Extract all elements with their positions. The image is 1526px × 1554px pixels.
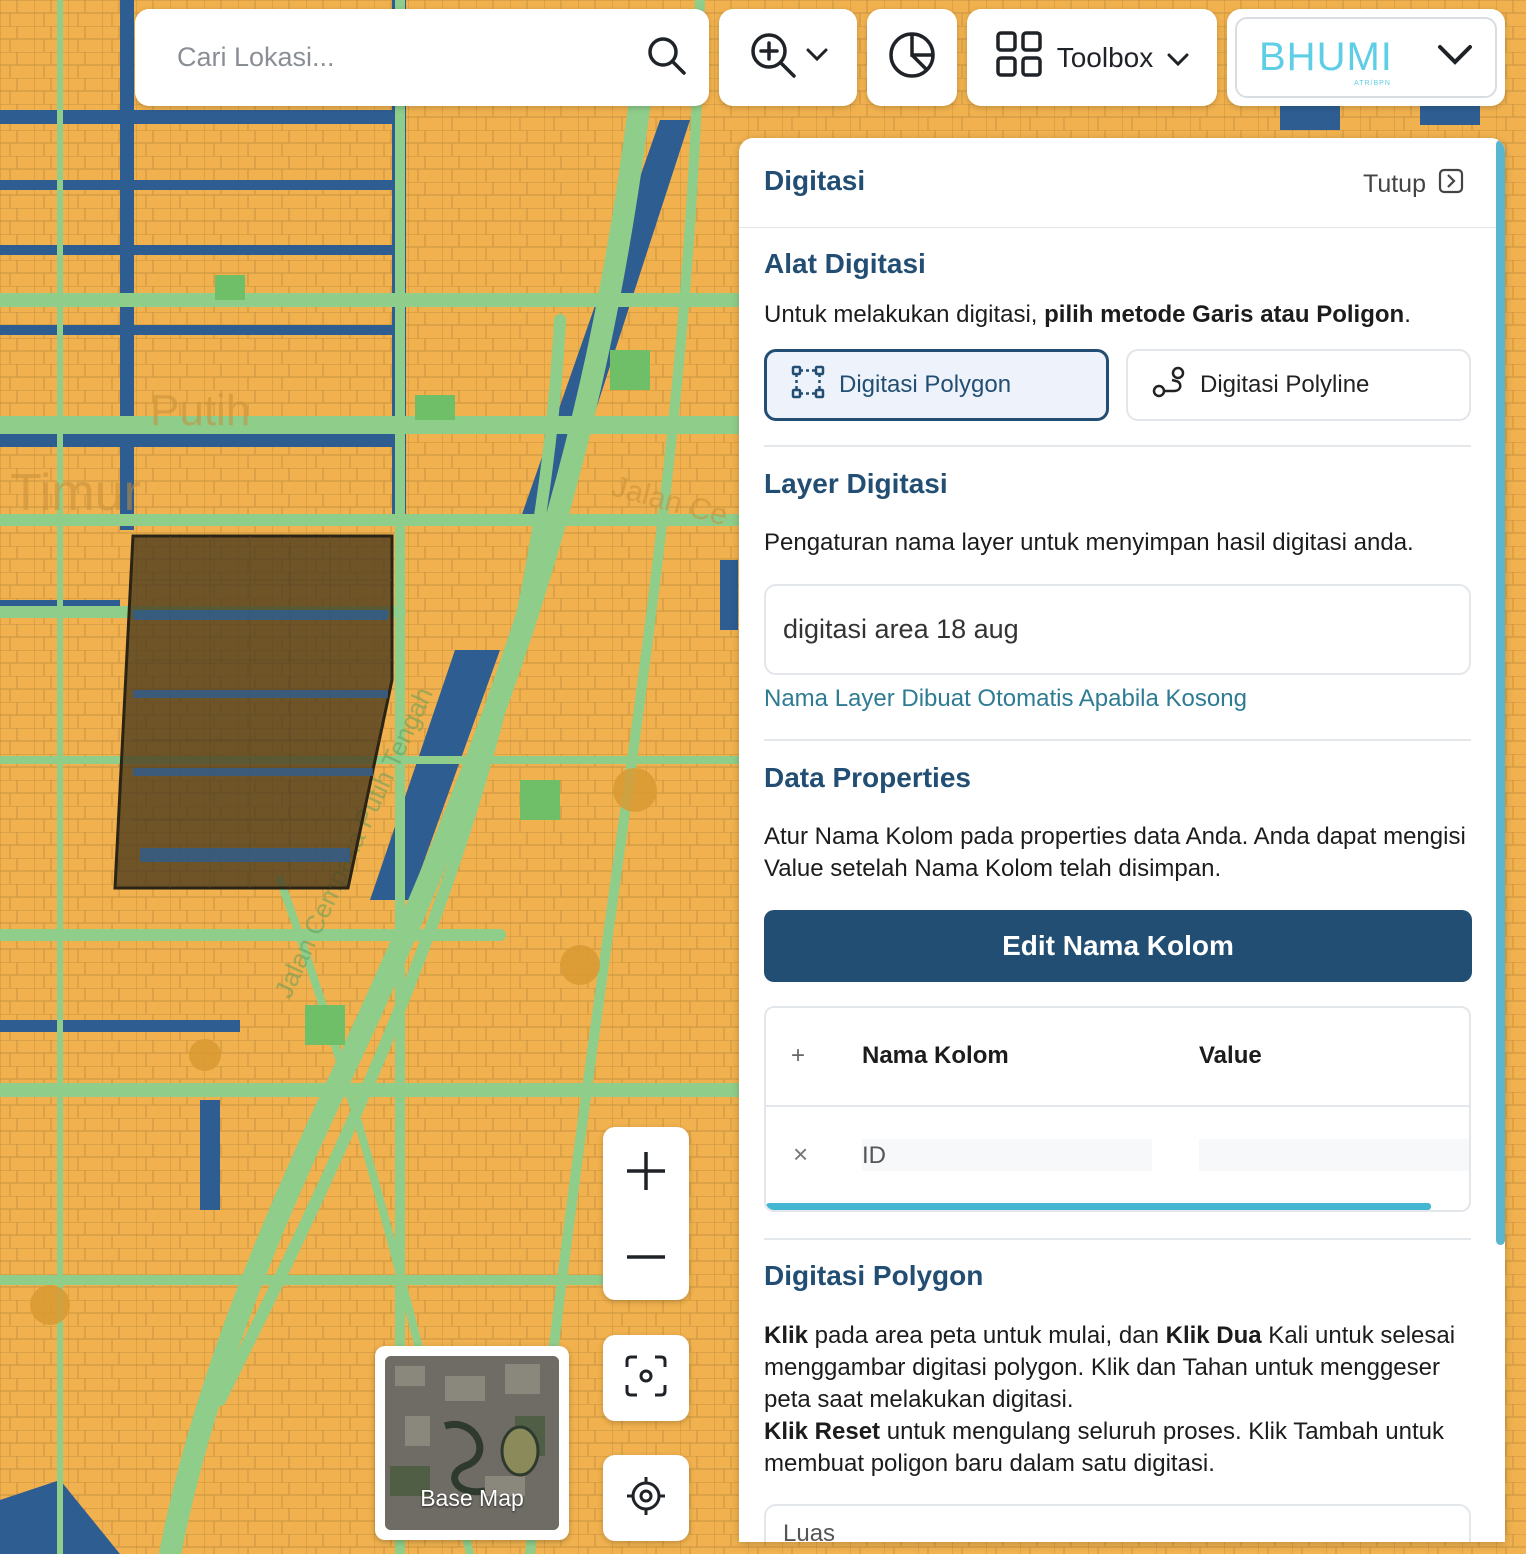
search-icon[interactable] [645, 34, 687, 81]
app-switcher[interactable]: BHUMI ATR/BPN [1227, 9, 1505, 106]
remove-row-button[interactable]: × [793, 1139, 808, 1170]
focus-frame-icon [625, 1355, 667, 1402]
table-header: + Nama Kolom Value [766, 1008, 1469, 1107]
locate-me-button[interactable] [603, 1455, 689, 1541]
section-title-alat: Alat Digitasi [764, 248, 926, 279]
layer-name-input[interactable] [764, 584, 1471, 675]
close-button[interactable]: Tutup [1363, 168, 1464, 201]
properties-description: Atur Nama Kolom pada properties data And… [764, 823, 1466, 882]
divider [764, 739, 1471, 741]
panel-scrollbar[interactable] [1496, 140, 1505, 1245]
bhumi-logo: BHUMI ATR/BPN [1259, 35, 1393, 87]
street-label: Putih [150, 386, 250, 435]
close-panel-icon [1438, 168, 1464, 201]
search-input[interactable] [175, 41, 645, 74]
digitized-polygon [113, 534, 394, 890]
row-value-field[interactable] [1199, 1139, 1469, 1171]
digitasi-panel: Digitasi Tutup Alat Digitasi Untuk melak… [739, 138, 1505, 1542]
edit-column-name-button[interactable]: Edit Nama Kolom [764, 910, 1472, 982]
digitasi-polygon-label: Digitasi Polygon [839, 371, 1012, 398]
zoom-tool-button[interactable] [719, 9, 857, 106]
polygon-icon [791, 365, 825, 406]
layer-hint: Nama Layer Dibuat Otomatis Apabila Koson… [764, 685, 1247, 712]
section-title-layer: Layer Digitasi [764, 468, 948, 499]
digitasi-polyline-label: Digitasi Polyline [1200, 371, 1370, 398]
panel-header: Digitasi Tutup [739, 138, 1496, 228]
polyline-icon [1152, 365, 1186, 406]
base-map-label: Base Map [420, 1485, 524, 1511]
minus-icon [627, 1254, 665, 1259]
table-row: × ID [766, 1107, 1469, 1203]
digitasi-polyline-button[interactable]: Digitasi Polyline [1126, 349, 1471, 421]
panel-title: Digitasi [764, 165, 866, 196]
toolbox-label: Toolbox [1056, 41, 1154, 73]
properties-table: + Nama Kolom Value × ID [764, 1006, 1471, 1212]
layer-description: Pengaturan nama layer untuk menyimpan ha… [764, 529, 1414, 556]
section-title-polygon: Digitasi Polygon [764, 1260, 984, 1291]
statistics-button[interactable] [867, 9, 957, 106]
zoom-controls [603, 1127, 689, 1300]
table-scrollbar[interactable] [766, 1203, 1431, 1210]
column-header-value: Value [1199, 1042, 1262, 1069]
toolbox-button[interactable]: Toolbox [967, 9, 1217, 106]
plus-icon [627, 1151, 665, 1190]
alat-description: Untuk melakukan digitasi, pilih metode G… [764, 301, 1411, 328]
divider [764, 445, 1471, 447]
pie-chart-icon [887, 30, 937, 85]
zoom-out-button[interactable] [603, 1214, 689, 1300]
focus-area-button[interactable] [603, 1335, 689, 1421]
divider [764, 1238, 1471, 1240]
add-column-button[interactable]: + [791, 1042, 805, 1070]
chevron-down-icon [1167, 42, 1189, 74]
satellite-thumbnail: Base Map [385, 1356, 559, 1530]
zoom-in-button[interactable] [603, 1128, 689, 1214]
street-label: Timur [10, 464, 141, 522]
base-map-button[interactable]: Base Map [375, 1346, 569, 1540]
grid-icon [995, 30, 1043, 85]
chevron-down-icon [806, 48, 828, 67]
column-header-name: Nama Kolom [862, 1042, 1009, 1069]
row-column-name: ID [862, 1142, 886, 1169]
section-title-properties: Data Properties [764, 762, 971, 793]
chevron-down-icon [1437, 44, 1473, 71]
search-bar [135, 9, 709, 106]
crosshair-icon [625, 1475, 667, 1522]
digitasi-polygon-button[interactable]: Digitasi Polygon [764, 349, 1109, 421]
luas-field: Luas [764, 1504, 1471, 1542]
zoom-in-icon [748, 30, 798, 85]
polygon-help-text: Klik pada area peta untuk mulai, dan Kli… [764, 1322, 1456, 1477]
